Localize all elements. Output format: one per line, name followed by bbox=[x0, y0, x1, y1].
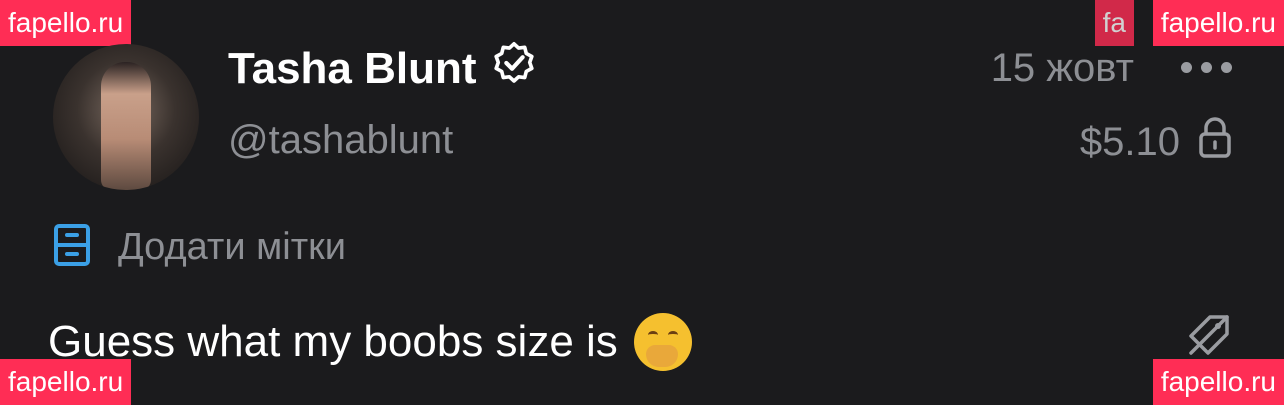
add-tags-button[interactable]: Додати мітки bbox=[52, 222, 346, 273]
watermark-bottom-right: fapello.ru bbox=[1152, 359, 1284, 405]
author-handle[interactable]: @tashablunt bbox=[228, 118, 453, 163]
post-text-row: Guess what my boobs size is bbox=[48, 313, 692, 371]
author-name-row[interactable]: Tasha Blunt bbox=[228, 40, 537, 97]
watermark-top-right: fapello.ru bbox=[1152, 0, 1284, 46]
avatar[interactable] bbox=[53, 44, 199, 190]
watermark-top-right-ghost: fa bbox=[1094, 0, 1134, 46]
post-text: Guess what my boobs size is bbox=[48, 317, 618, 366]
lock-icon bbox=[1198, 116, 1232, 168]
add-tags-label: Додати мітки bbox=[118, 226, 346, 268]
price-row: $5.10 bbox=[1080, 116, 1232, 168]
author-name[interactable]: Tasha Blunt bbox=[228, 44, 477, 94]
watermark-top-left: fapello.ru bbox=[0, 0, 132, 46]
post-date: 15 жовт bbox=[990, 46, 1134, 90]
face-with-hand-over-mouth-icon bbox=[633, 313, 692, 371]
tags-icon bbox=[52, 222, 92, 273]
tag-off-icon[interactable] bbox=[1186, 312, 1232, 363]
avatar-figure bbox=[101, 62, 151, 190]
more-dots-icon[interactable] bbox=[1181, 62, 1232, 73]
watermark-bottom-left: fapello.ru bbox=[0, 359, 132, 405]
verified-badge-icon bbox=[491, 40, 537, 97]
post-price: $5.10 bbox=[1079, 119, 1180, 164]
